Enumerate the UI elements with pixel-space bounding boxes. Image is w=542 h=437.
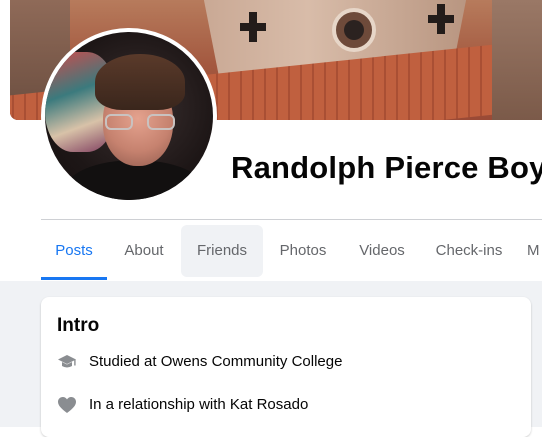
cover-wall-right	[492, 0, 542, 120]
avatar-glasses	[105, 114, 175, 132]
tab-photos[interactable]: Photos	[267, 225, 339, 277]
profile-tabs: Posts About Friends Photos Videos Check-…	[41, 222, 542, 280]
tab-about[interactable]: About	[111, 225, 177, 277]
graduation-cap-icon	[57, 352, 77, 372]
cover-round-window	[332, 8, 376, 52]
tab-videos[interactable]: Videos	[347, 225, 417, 277]
tab-friends[interactable]: Friends	[181, 225, 263, 277]
intro-education-prefix: Studied at	[89, 353, 161, 371]
header-divider	[41, 219, 542, 220]
intro-card: Intro Studied at Owens Community College…	[41, 297, 531, 437]
cover-cross-right	[428, 4, 454, 34]
tab-check-ins[interactable]: Check-ins	[425, 225, 513, 277]
avatar-shirt	[65, 160, 205, 200]
avatar[interactable]	[45, 32, 213, 200]
avatar-hair	[95, 54, 185, 110]
intro-relationship-row: In a relationship with Kat Rosado	[57, 395, 308, 415]
profile-name: Randolph Pierce Boy	[231, 150, 542, 185]
intro-relationship-prefix: In a relationship with	[89, 396, 230, 414]
intro-education-row: Studied at Owens Community College	[57, 352, 342, 372]
cover-cross-left	[240, 12, 266, 42]
active-tab-indicator	[41, 277, 107, 280]
heart-icon	[57, 395, 77, 415]
tab-posts[interactable]: Posts	[41, 225, 107, 277]
education-link[interactable]: Owens Community College	[161, 353, 343, 370]
intro-title: Intro	[57, 315, 100, 336]
relationship-link[interactable]: Kat Rosado	[230, 396, 308, 413]
tab-more[interactable]: M	[527, 225, 542, 277]
